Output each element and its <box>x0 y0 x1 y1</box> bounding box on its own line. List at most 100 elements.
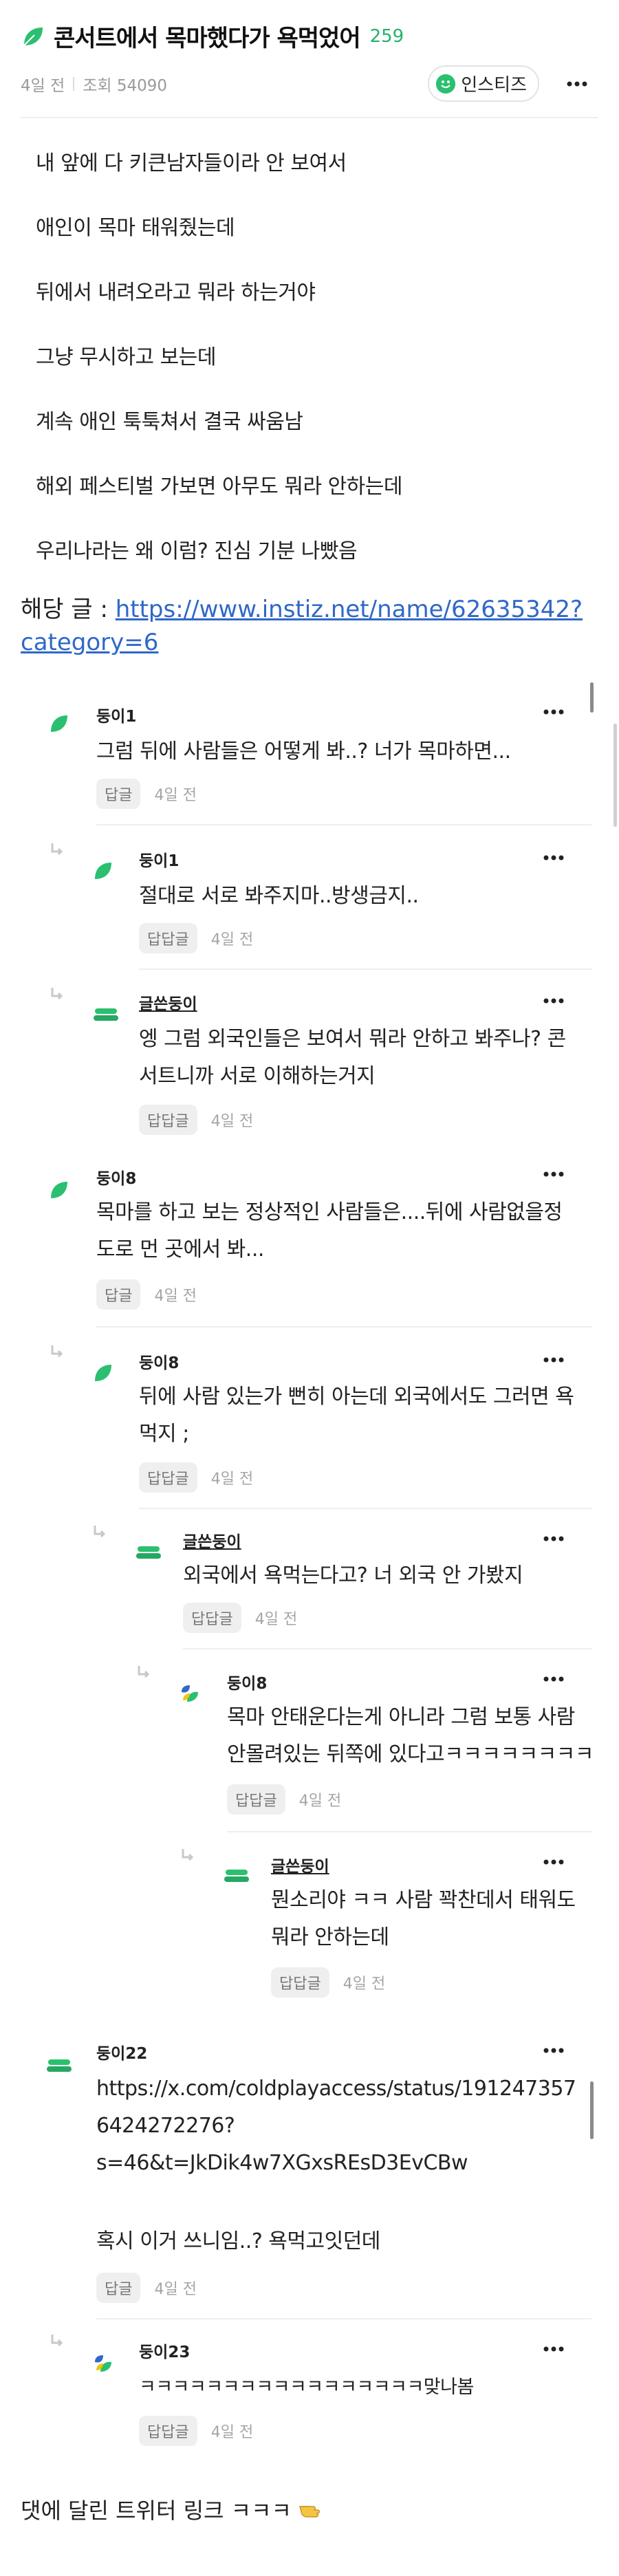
reply-button[interactable]: 답글 <box>96 779 141 809</box>
reply-button[interactable]: 답답글 <box>139 2416 197 2446</box>
comment-text: https://x.com/coldplayaccess/status/1912… <box>96 2077 576 2101</box>
more-dots-icon[interactable] <box>543 1167 564 1180</box>
post-body: 내 앞에 다 키큰남자들이라 안 보여서 애인이 목마 태워줬는데 뒤에서 내려… <box>0 118 619 567</box>
comment-footer: 답글 4일 전 <box>96 779 197 809</box>
more-dots-icon[interactable] <box>543 993 564 1006</box>
comment-footer: 답답글 4일 전 <box>139 1105 253 1135</box>
reply-arrow-icon <box>50 842 65 857</box>
avatar-multicolor-icon <box>92 2352 114 2374</box>
post-line: 뒤에서 내려오라고 뭐라 하는거야 <box>36 281 316 305</box>
comment-text: 그럼 뒤에 사람들은 어떻게 봐..? 너가 목마하면... <box>96 739 511 764</box>
comment-text: 안몰려있는 뒤쪽에 있다고ㅋㅋㅋㅋㅋㅋㅋㅋ <box>227 1742 594 1766</box>
avatar-leaf-icon <box>48 713 70 735</box>
comment-text: 뒤에 사람 있는가 뻔히 아는데 외국에서도 그러면 욕 <box>139 1385 574 1409</box>
comment-author[interactable]: 둥이8 <box>139 1350 179 1373</box>
more-dots-icon[interactable] <box>567 81 587 87</box>
reply-button[interactable]: 답답글 <box>183 1603 241 1633</box>
post-line: 우리나라는 왜 이럼? 진심 기분 나빴음 <box>36 539 358 563</box>
site-badge-label: 인스티즈 <box>461 75 527 96</box>
source-link-line1: https://www.instiz.net/name/62635342? <box>115 596 583 623</box>
more-dots-icon[interactable] <box>543 2341 564 2355</box>
reply-arrow-icon <box>136 1665 151 1680</box>
comment-author[interactable]: 둥이8 <box>96 1165 136 1189</box>
comment-divider <box>139 1508 591 1509</box>
comment-footer: 답답글 4일 전 <box>139 923 253 953</box>
comment-footer: 답답글 4일 전 <box>183 1603 297 1633</box>
more-dots-icon[interactable] <box>543 1352 564 1365</box>
reply-arrow-icon <box>92 1524 107 1539</box>
comment-author[interactable]: 둥이22 <box>96 2040 147 2064</box>
avatar-multicolor-icon <box>179 1682 201 1704</box>
comment-footer: 답답글 4일 전 <box>227 1784 341 1815</box>
comment-footer: 답답글 4일 전 <box>271 1967 385 1998</box>
more-dots-icon[interactable] <box>543 704 564 717</box>
comment-time: 4일 전 <box>343 1976 386 1993</box>
comment-text: 목마 안태운다는게 아니라 그럼 보통 사람 <box>227 1705 575 1729</box>
post-line: 내 앞에 다 키큰남자들이라 안 보여서 <box>36 151 347 175</box>
comment-time: 4일 전 <box>210 1471 254 1488</box>
comment-text: 도로 먼 곳에서 봐... <box>96 1237 264 1262</box>
post-title: 콘서트에서 목마했다가 욕먹었어 <box>54 25 361 52</box>
pointing-hand-icon <box>298 2497 326 2522</box>
more-dots-icon[interactable] <box>543 1854 564 1868</box>
post-line: 해외 페스티벌 가보면 아무도 뭐라 안하는데 <box>36 475 402 499</box>
comment-divider <box>139 968 591 970</box>
comment-author[interactable]: 글쓴둥이 <box>271 1853 329 1876</box>
post-views: 조회 54090 <box>83 76 168 95</box>
comment-text: 뭔소리야 ㅋㅋ 사람 꽉찬데서 태워도 <box>271 1888 576 1912</box>
reply-button[interactable]: 답답글 <box>139 1462 197 1493</box>
comment-time: 4일 전 <box>210 931 254 949</box>
comment-divider <box>96 1326 591 1328</box>
comment-divider <box>227 1831 591 1832</box>
more-dots-icon[interactable] <box>543 850 564 863</box>
reply-button[interactable]: 답답글 <box>227 1784 285 1815</box>
comment-time: 4일 전 <box>210 2424 254 2441</box>
post-line: 계속 애인 툭툭쳐서 결국 싸움남 <box>36 410 303 434</box>
reply-button[interactable]: 답답글 <box>271 1967 329 1998</box>
post-line: 애인이 목마 태워줬는데 <box>36 216 235 240</box>
comment-text: 외국에서 욕먹는다고? 너 외국 안 가봤지 <box>183 1563 523 1588</box>
scrollbar-thumb[interactable] <box>613 724 617 827</box>
scrollbar-thumb[interactable] <box>590 682 594 713</box>
comment-divider <box>96 824 591 825</box>
comment-author[interactable]: 둥이1 <box>96 703 136 726</box>
reply-button[interactable]: 답글 <box>96 1279 141 1310</box>
comment-count[interactable]: 259 <box>370 26 404 47</box>
comment-author[interactable]: 둥이1 <box>139 847 179 871</box>
more-dots-icon[interactable] <box>543 1531 564 1544</box>
reply-button[interactable]: 답답글 <box>139 1105 197 1135</box>
post-header: 콘서트에서 목마했다가 욕먹었어 259 4일 전 조회 54090 인스티즈 <box>0 0 619 118</box>
reply-arrow-icon <box>180 1848 195 1863</box>
more-dots-icon[interactable] <box>543 2043 564 2056</box>
comment-footer: 답글 4일 전 <box>96 2273 197 2303</box>
comment-author[interactable]: 둥이8 <box>227 1670 267 1693</box>
comment-author[interactable]: 글쓴둥이 <box>183 1528 241 1552</box>
scrollbar-thumb[interactable] <box>590 2081 594 2139</box>
reply-button[interactable]: 답답글 <box>139 923 197 953</box>
comment-text: s=46&t=JkDik4w7XGxsREsD3EvCBw <box>96 2151 468 2175</box>
comment-divider <box>96 2318 591 2319</box>
comment-author[interactable]: 글쓴둥이 <box>139 991 197 1014</box>
author-avatar-icon <box>92 1004 118 1026</box>
comment-time: 4일 전 <box>154 1288 197 1305</box>
comment-text: 먹지 ; <box>139 1422 189 1446</box>
author-avatar-icon <box>135 1542 161 1564</box>
comment-text: 혹시 이거 쓰니임..? 욕먹고잇던데 <box>96 2229 380 2253</box>
leaf-icon <box>21 24 45 49</box>
avatar-leaf-icon <box>92 1362 114 1384</box>
stacked-leaf-icon <box>45 2055 72 2077</box>
source-prefix: 해당 글 : <box>21 596 116 623</box>
more-dots-icon[interactable] <box>543 1671 564 1685</box>
site-badge[interactable]: 인스티즈 <box>428 65 539 102</box>
reply-arrow-icon <box>50 986 65 1002</box>
source-link-block: 해당 글 : https://www.instiz.net/name/62635… <box>0 593 619 659</box>
comment-footer: 답답글 4일 전 <box>139 1462 253 1493</box>
footer-caption-text: 댓에 달린 트위터 링크 ㅋㅋㅋ <box>21 2498 292 2524</box>
comment-time: 4일 전 <box>154 787 197 804</box>
comment-author[interactable]: 둥이23 <box>139 2339 190 2362</box>
avatar-leaf-icon <box>48 1179 70 1201</box>
reply-arrow-icon <box>50 2333 65 2348</box>
post-meta-right: 인스티즈 <box>428 65 598 102</box>
title-row: 콘서트에서 목마했다가 욕먹었어 259 <box>21 19 598 53</box>
reply-button[interactable]: 답글 <box>96 2273 141 2303</box>
